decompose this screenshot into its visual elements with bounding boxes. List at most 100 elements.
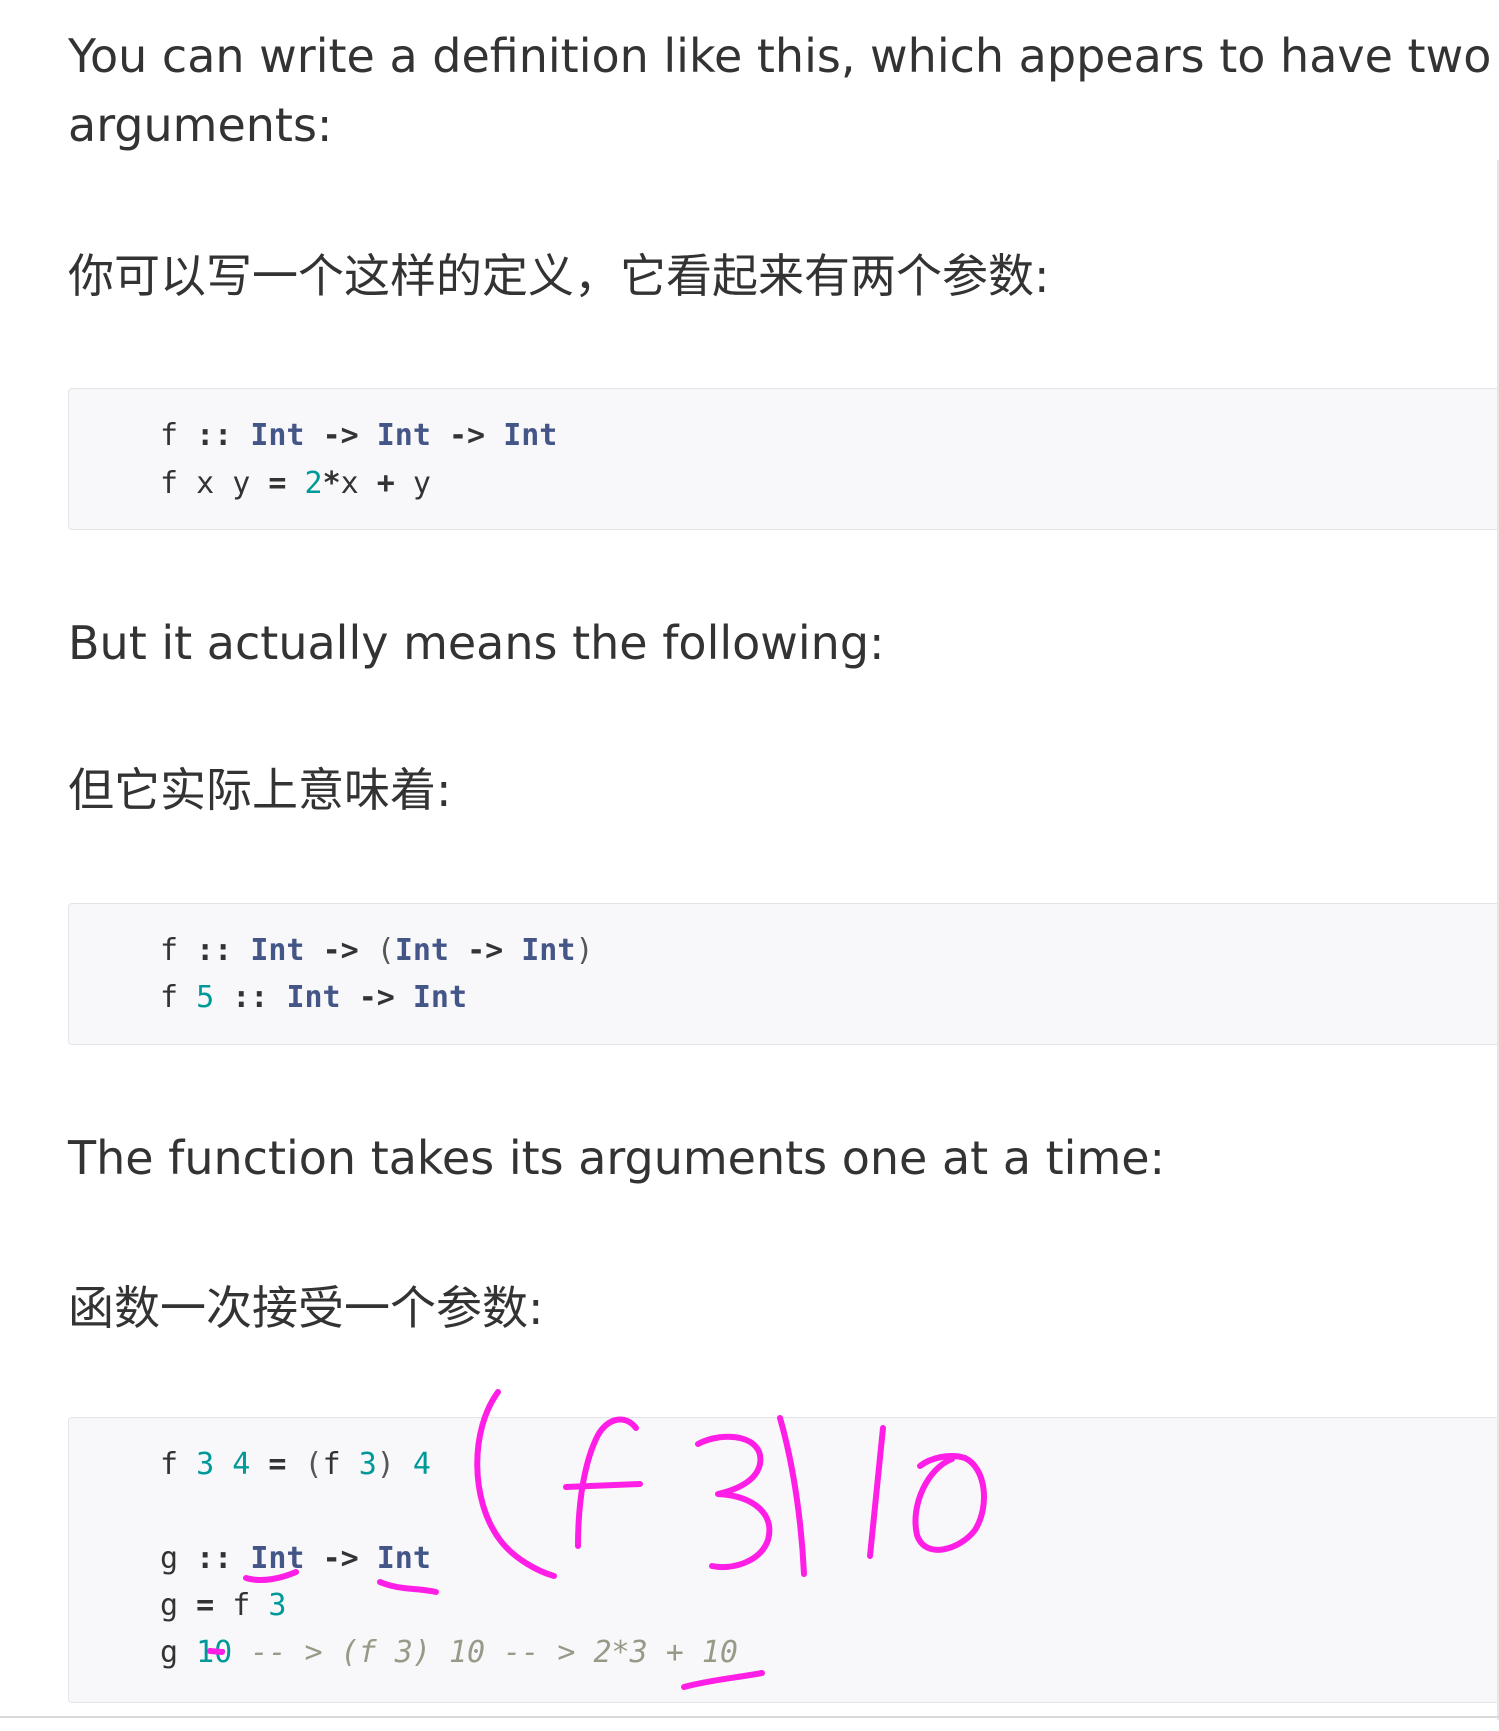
code-token-id bbox=[178, 933, 196, 968]
code-token-num: 4 bbox=[412, 1447, 431, 1482]
code-token-id bbox=[178, 1588, 196, 1623]
code-token-id bbox=[359, 418, 377, 453]
code-token-num: 3 bbox=[358, 1447, 377, 1482]
code-token-op: -> bbox=[358, 980, 395, 1015]
code-token-num: 4 bbox=[232, 1447, 251, 1482]
code-token-id: g bbox=[160, 1635, 179, 1670]
code-token-op: = bbox=[196, 1588, 215, 1623]
code-token-id bbox=[359, 1541, 377, 1576]
code-token-op: :: bbox=[196, 933, 233, 968]
code-token-type: Int bbox=[503, 418, 558, 453]
code-token-id bbox=[214, 1588, 232, 1623]
code-block-partial-application: f 3 4 = (f 3) 4 g :: Int -> Int g = f 3 … bbox=[68, 1417, 1499, 1703]
code-token-op: -> bbox=[322, 418, 359, 453]
code-token-id: f bbox=[160, 933, 179, 968]
paragraph-one-at-a-time-en: The function takes its arguments one at … bbox=[68, 1131, 1166, 1185]
code-line: f :: Int -> (Int -> Int) bbox=[160, 927, 594, 975]
code-token-type: Int bbox=[250, 418, 305, 453]
code-token-id: f bbox=[232, 1588, 251, 1623]
code-token-id bbox=[341, 1447, 359, 1482]
code-token-op: -> bbox=[467, 933, 504, 968]
code-token-id bbox=[250, 1588, 268, 1623]
code-token-id bbox=[286, 1447, 304, 1482]
code-token-id: y bbox=[232, 466, 251, 501]
code-token-op: -> bbox=[322, 933, 359, 968]
paragraph-intro-en-line2: arguments: bbox=[68, 98, 333, 152]
code-token-op: = bbox=[268, 466, 287, 501]
paragraph-intro-zh: 你可以写一个这样的定义，它看起来有两个参数: bbox=[68, 249, 1050, 303]
code-token-type: Int bbox=[286, 980, 341, 1015]
code-token-id: f bbox=[322, 1447, 341, 1482]
code-token-id: x bbox=[340, 466, 359, 501]
code-token-id bbox=[178, 980, 196, 1015]
code-token-id bbox=[449, 933, 467, 968]
code-token-id bbox=[178, 1447, 196, 1482]
code-line: f x y = 2*x + y bbox=[160, 460, 431, 508]
code-token-id bbox=[485, 418, 503, 453]
code-line: g 10 -- > (f 3) 10 -- > 2*3 + 10 bbox=[160, 1629, 738, 1677]
code-token-id bbox=[359, 466, 377, 501]
code-token-id bbox=[214, 1447, 232, 1482]
code-line: f :: Int -> Int -> Int bbox=[160, 412, 557, 460]
code-token-num: 3 bbox=[196, 1447, 215, 1482]
page-bottom-divider bbox=[0, 1716, 1499, 1718]
code-token-id bbox=[232, 1635, 250, 1670]
code-token-punct: ( bbox=[376, 933, 395, 968]
code-token-id bbox=[395, 980, 413, 1015]
code-block-curried-type: f :: Int -> (Int -> Int) f 5 :: Int -> I… bbox=[68, 903, 1499, 1045]
code-token-id bbox=[359, 933, 377, 968]
code-token-type: Int bbox=[250, 933, 305, 968]
code-token-id: f bbox=[160, 1447, 179, 1482]
code-token-num: 2 bbox=[304, 466, 323, 501]
code-token-id bbox=[232, 1541, 250, 1576]
code-token-id bbox=[431, 418, 449, 453]
code-token-op: -> bbox=[322, 1541, 359, 1576]
code-token-id: g bbox=[160, 1541, 179, 1576]
code-line: f 5 :: Int -> Int bbox=[160, 974, 467, 1022]
code-line: g :: Int -> Int bbox=[160, 1535, 431, 1583]
code-token-op: * bbox=[322, 466, 341, 501]
code-token-id bbox=[503, 933, 521, 968]
code-token-id: x bbox=[196, 466, 215, 501]
code-token-punct: ) bbox=[376, 1447, 395, 1482]
code-token-id bbox=[250, 466, 268, 501]
code-token-id bbox=[305, 418, 323, 453]
code-token-num: 5 bbox=[196, 980, 215, 1015]
code-token-id bbox=[178, 418, 196, 453]
paragraph-one-at-a-time-zh: 函数一次接受一个参数: bbox=[68, 1281, 544, 1335]
code-token-op: :: bbox=[196, 1541, 233, 1576]
code-token-id bbox=[178, 466, 196, 501]
code-token-id bbox=[178, 1635, 196, 1670]
paragraph-intro-en-line1: You can write a definition like this, wh… bbox=[68, 29, 1492, 83]
code-token-op: + bbox=[376, 466, 395, 501]
code-token-id: f bbox=[160, 466, 179, 501]
code-token-op: :: bbox=[232, 980, 269, 1015]
code-token-id bbox=[214, 466, 232, 501]
code-token-type: Int bbox=[521, 933, 576, 968]
code-token-id bbox=[305, 1541, 323, 1576]
code-token-type: Int bbox=[376, 418, 431, 453]
code-token-id: g bbox=[160, 1588, 179, 1623]
code-token-id bbox=[232, 418, 250, 453]
code-token-id bbox=[305, 933, 323, 968]
code-token-id bbox=[395, 1447, 413, 1482]
code-token-id bbox=[178, 1541, 196, 1576]
code-token-id bbox=[341, 980, 359, 1015]
code-token-type: Int bbox=[376, 1541, 431, 1576]
code-token-type: Int bbox=[394, 933, 449, 968]
code-token-type: Int bbox=[412, 980, 468, 1015]
code-token-op: :: bbox=[196, 418, 233, 453]
code-token-id bbox=[214, 980, 232, 1015]
code-token-id: f bbox=[160, 980, 179, 1015]
code-token-id bbox=[268, 980, 286, 1015]
paragraph-meaning-en: But it actually means the following: bbox=[68, 616, 885, 670]
code-token-op: = bbox=[268, 1447, 287, 1482]
code-token-id: y bbox=[412, 466, 431, 501]
code-token-comment: -- > (f 3) 10 -- > 2*3 + 10 bbox=[250, 1635, 738, 1670]
code-token-punct: ( bbox=[304, 1447, 323, 1482]
code-token-id bbox=[395, 466, 413, 501]
code-token-num: 10 bbox=[196, 1635, 233, 1670]
code-block-definition: f :: Int -> Int -> Int f x y = 2*x + y bbox=[68, 388, 1499, 530]
code-token-id bbox=[250, 1447, 268, 1482]
code-token-id bbox=[232, 933, 250, 968]
